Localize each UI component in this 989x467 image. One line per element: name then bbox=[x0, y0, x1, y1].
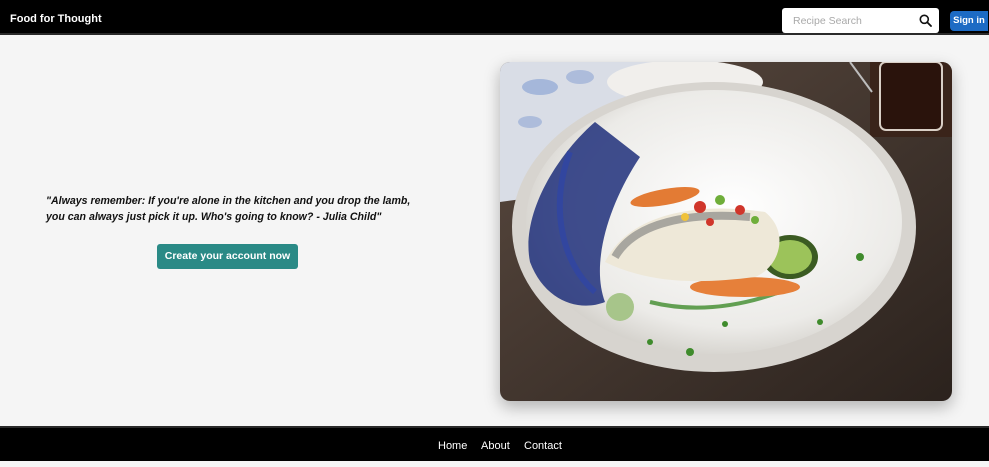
search-icon[interactable] bbox=[919, 14, 932, 27]
brand-logo[interactable]: Food for Thought bbox=[10, 0, 102, 35]
sign-in-button[interactable]: Sign in bbox=[950, 11, 988, 31]
search-input[interactable] bbox=[782, 8, 912, 33]
navbar-divider bbox=[0, 33, 989, 35]
hero-food-photo bbox=[500, 62, 952, 401]
create-account-button[interactable]: Create your account now bbox=[157, 244, 298, 269]
footer-link-home[interactable]: Home bbox=[438, 426, 467, 461]
top-navbar: Food for Thought Sign in bbox=[0, 0, 989, 35]
footer-link-contact[interactable]: Contact bbox=[524, 426, 562, 461]
footer: Home About Contact bbox=[0, 426, 989, 461]
recipe-search[interactable] bbox=[782, 8, 939, 33]
footer-link-about[interactable]: About bbox=[481, 426, 510, 461]
hero-quote: "Always remember: If you're alone in the… bbox=[46, 195, 411, 223]
